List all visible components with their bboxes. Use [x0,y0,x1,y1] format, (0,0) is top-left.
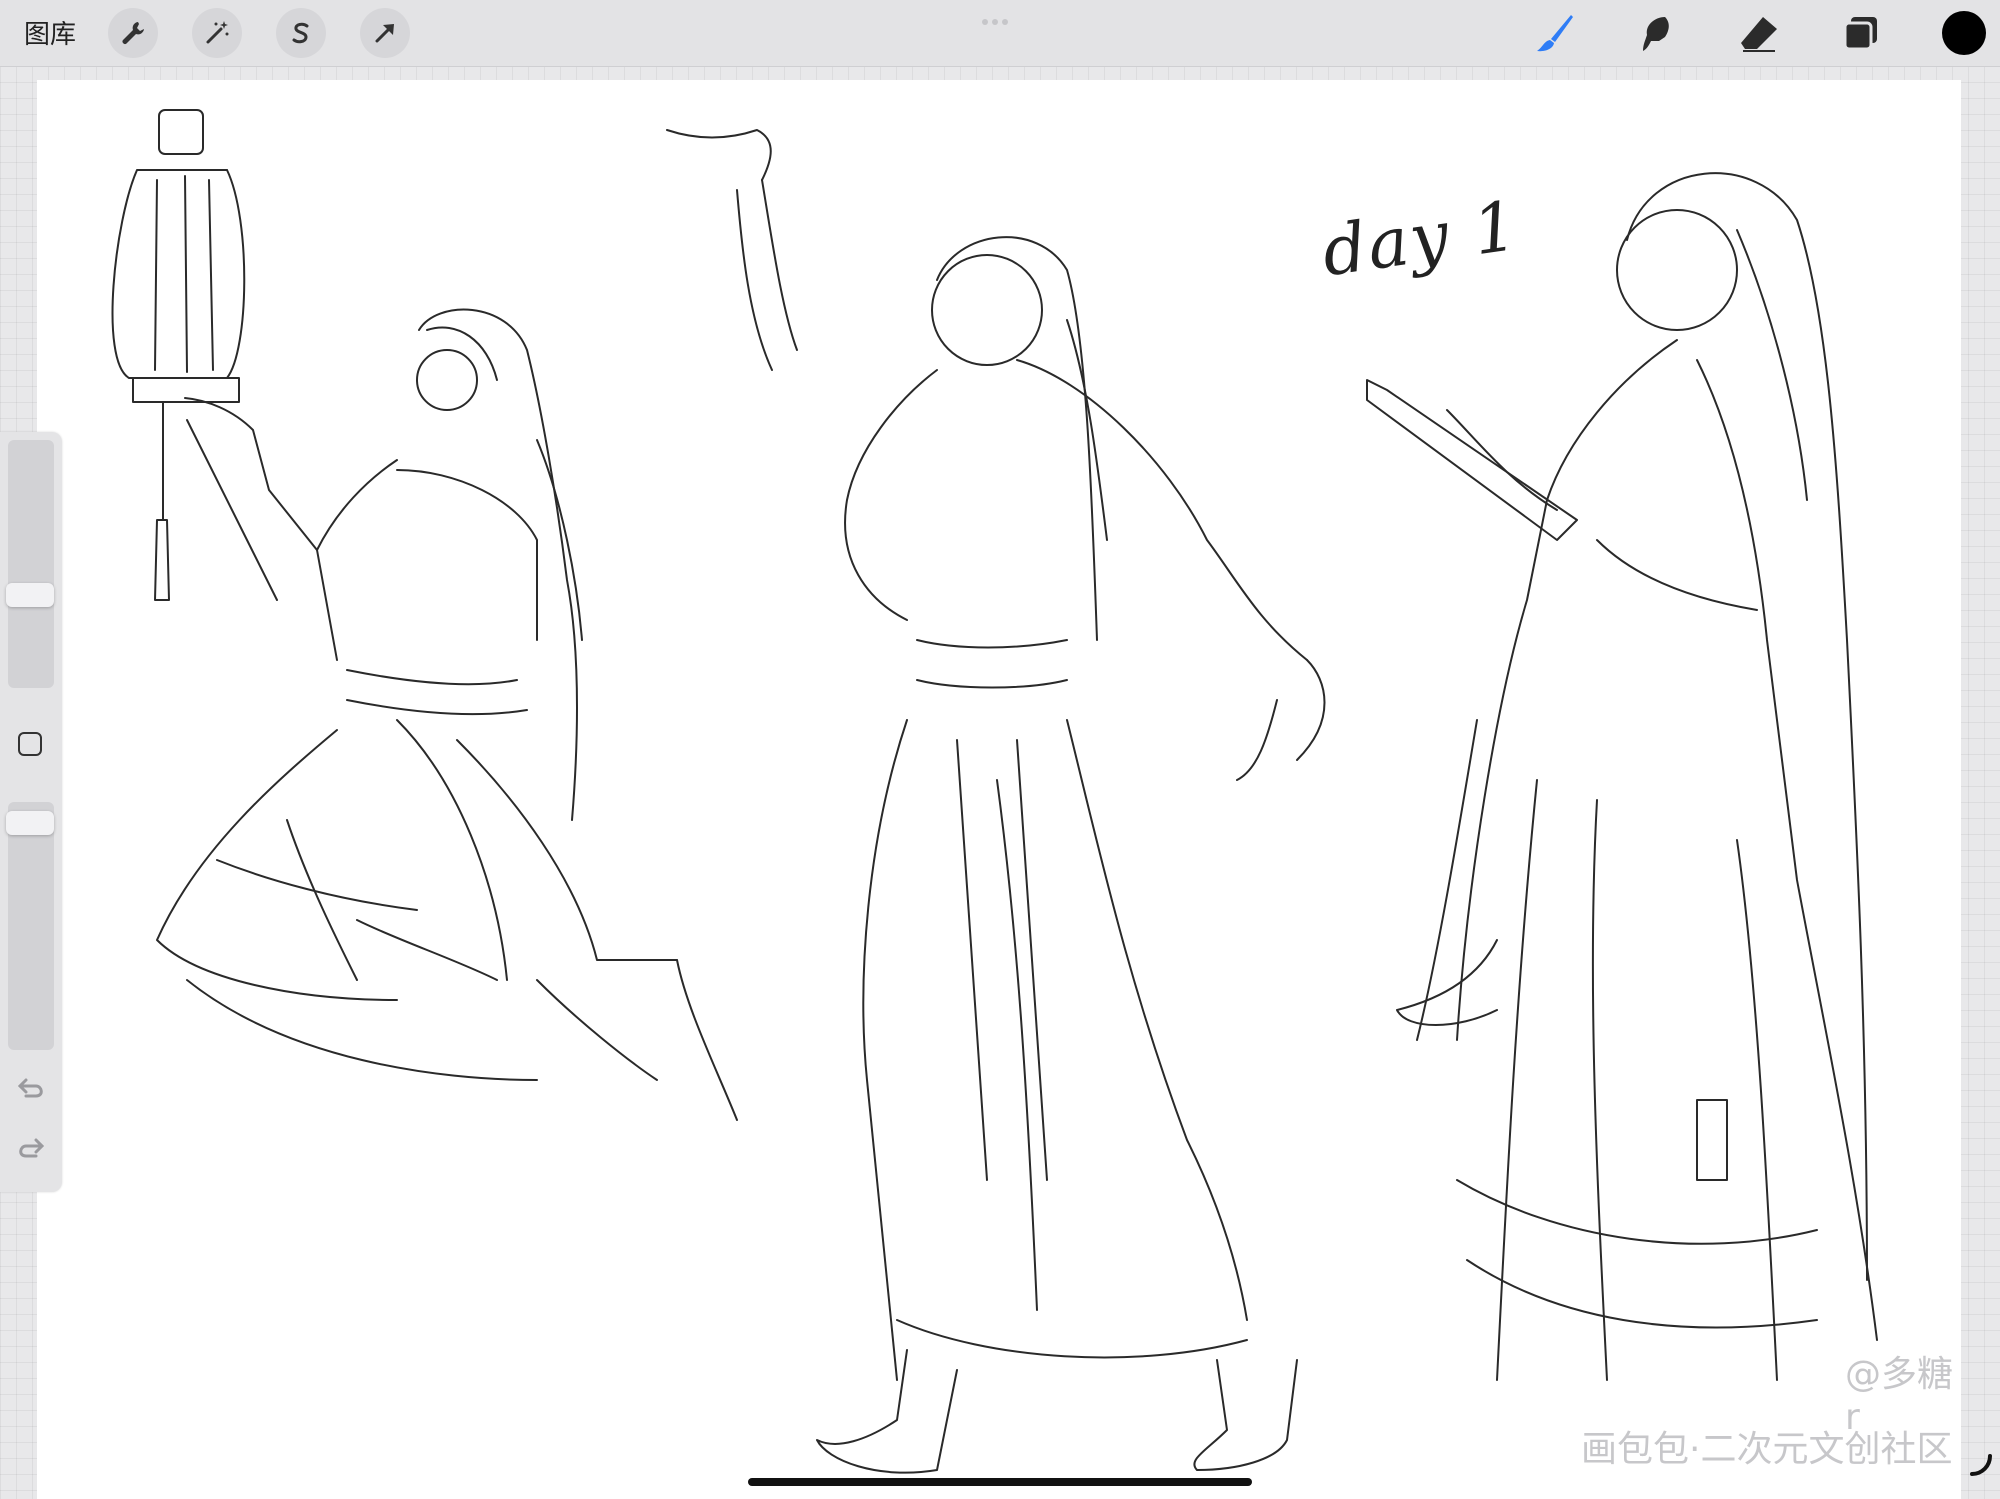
undo-icon[interactable] [14,1076,48,1106]
sketch-figure-dancing [666,129,1326,1474]
sketch-figure-lantern [111,109,738,1121]
modify-square-icon[interactable] [18,732,42,756]
home-indicator[interactable] [748,1478,1252,1486]
actions-button[interactable] [108,8,158,58]
smudge-icon [1643,17,1669,51]
layers-icon [1843,17,1877,51]
gallery-button[interactable]: 图库 [24,14,76,51]
brush-tool-button[interactable] [1530,8,1580,58]
magic-wand-icon [206,21,229,44]
layers-button[interactable] [1836,8,1886,58]
adjustments-button[interactable] [192,8,242,58]
brush-size-slider[interactable] [6,440,54,688]
watermark-site: 画包包·二次元文创社区 [1581,1429,1953,1470]
eraser-tool-button[interactable] [1734,8,1784,58]
brush-size-handle[interactable] [6,583,54,608]
corner-resize-handle[interactable] [1968,1452,1994,1478]
smudge-tool-button[interactable] [1632,8,1682,58]
wrench-icon [122,22,144,44]
transform-arrow-icon [375,24,394,43]
selection-s-icon [292,22,309,44]
top-toolbar: 图库 [0,0,2000,67]
transform-button[interactable] [360,8,410,58]
sketch-figure-scroll [1366,172,1878,1381]
left-sidebar [0,432,62,1192]
toolbar-grabber[interactable] [982,12,1018,25]
color-picker-swatch[interactable] [1942,11,1986,55]
opacity-handle[interactable] [6,810,54,835]
drawing-canvas[interactable]: day 1 @多糖r 画包包·二次元文创社区 [37,80,1961,1499]
redo-icon[interactable] [14,1136,48,1166]
sketch-artwork [111,109,1878,1474]
opacity-slider[interactable] [6,802,54,1050]
selection-button[interactable] [276,8,326,58]
eraser-icon [1741,17,1777,52]
brush-icon [1537,15,1573,52]
